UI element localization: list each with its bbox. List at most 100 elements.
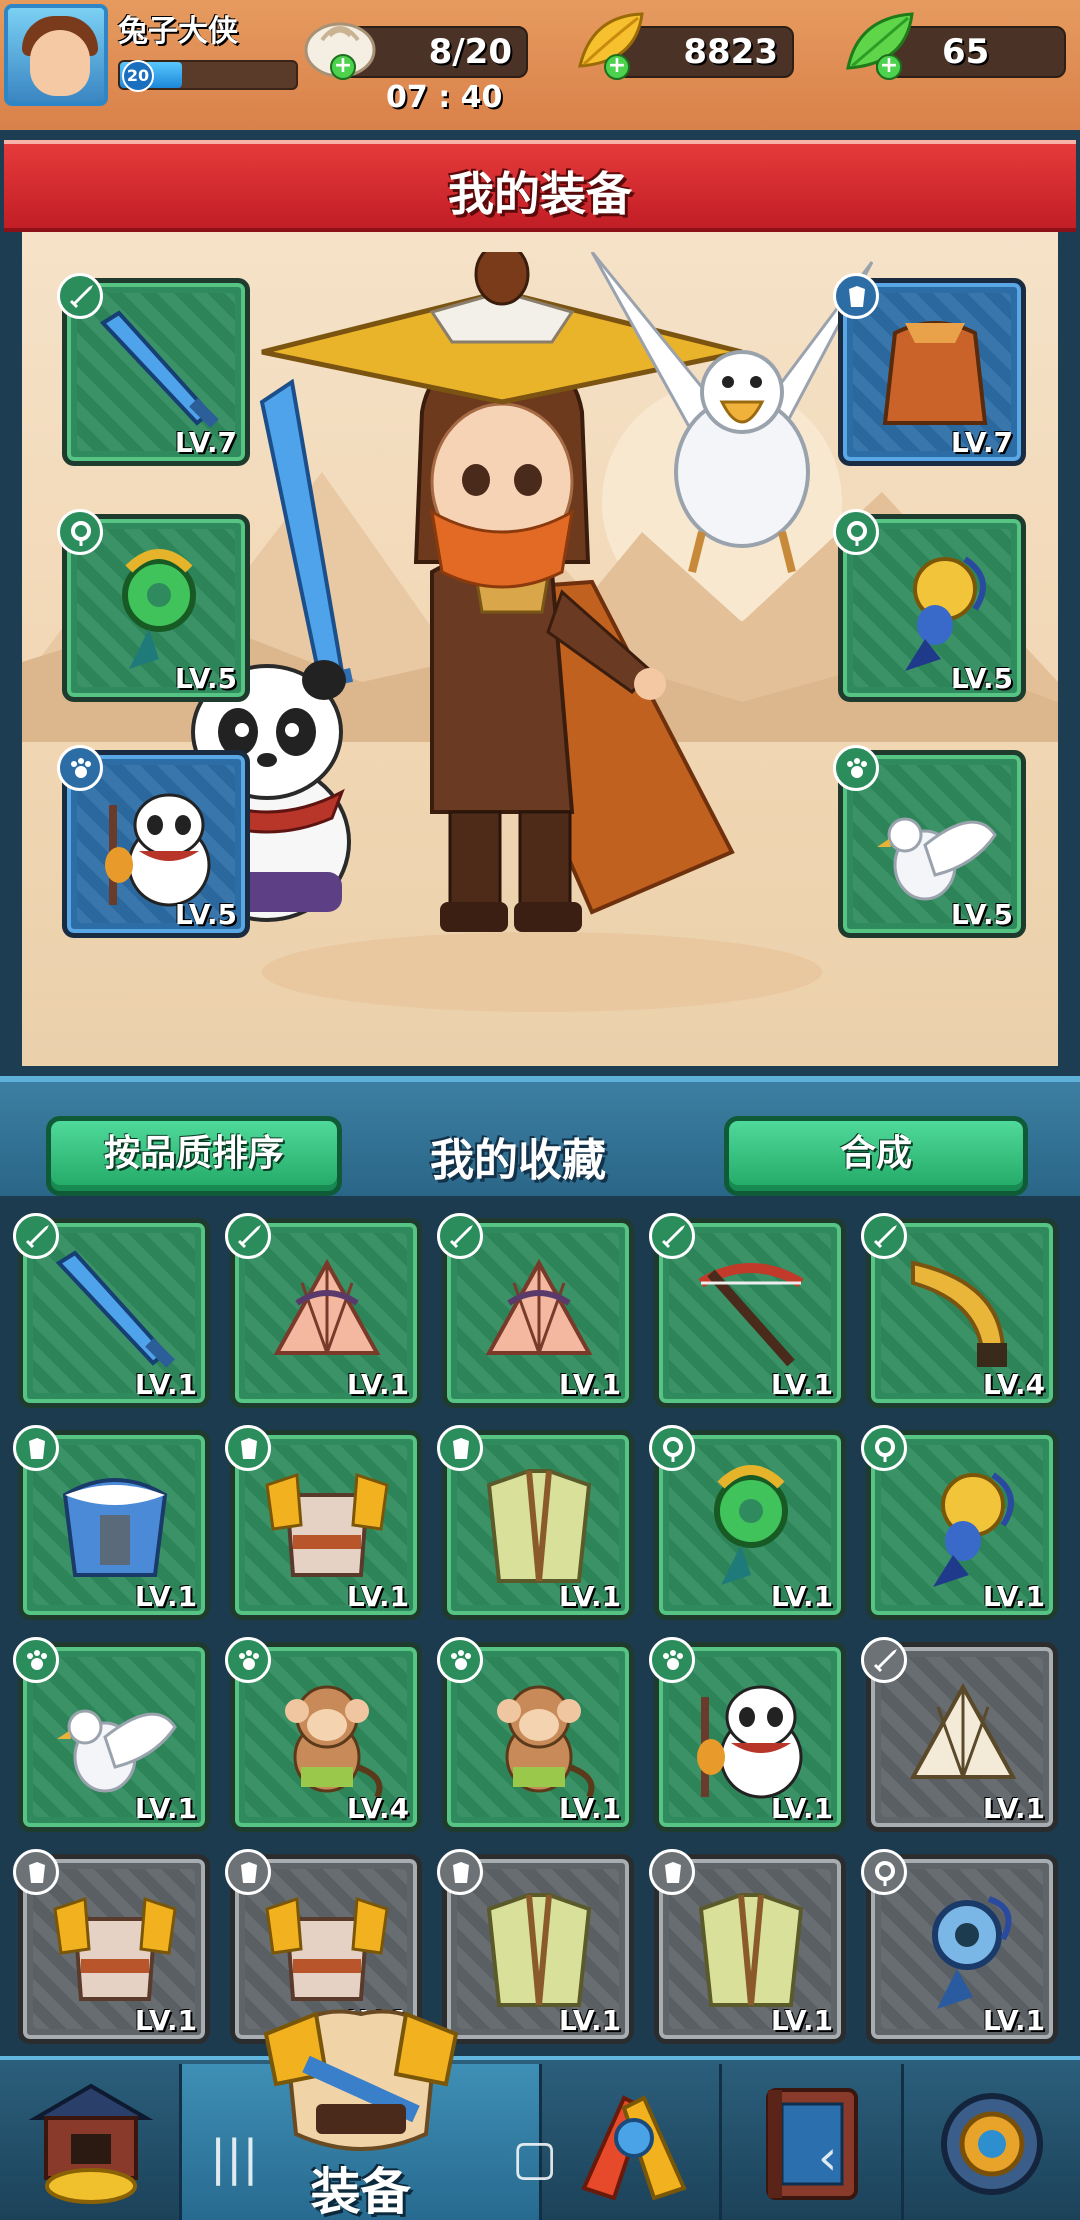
green-robe-icon	[469, 1879, 609, 2019]
collection-item[interactable]: LV.1	[861, 1425, 1058, 1620]
collection-item[interactable]: LV.1	[13, 1425, 210, 1620]
gear-icon	[941, 2093, 1043, 2195]
avatar-face	[30, 30, 90, 96]
green-robe-icon	[681, 1879, 821, 2019]
stamina-value: 8/20	[428, 32, 512, 72]
collection-item[interactable]: LV.1	[861, 1637, 1058, 1832]
crossbow-icon	[681, 1243, 821, 1383]
item-level: LV.1	[770, 1580, 833, 1613]
collection-header: 按品质排序 我的收藏 合成	[0, 1076, 1080, 1196]
collection-item[interactable]: LV.1	[13, 1213, 210, 1408]
collection-title: 我的收藏	[430, 1135, 606, 1186]
weapon-type-icon	[225, 1213, 271, 1259]
blue-dragon-pendant-icon	[893, 1879, 1033, 2019]
system-recents-icon[interactable]: |||	[210, 2130, 259, 2186]
nav-shop[interactable]	[0, 2064, 182, 2220]
collection-item[interactable]: LV.1	[649, 1849, 846, 2044]
accessory-type-icon	[833, 509, 879, 555]
equipment-title: 我的装备	[448, 167, 632, 221]
equipment-banner: 我的装备	[4, 140, 1076, 232]
collection-item[interactable]: LV.1	[649, 1425, 846, 1620]
pet-type-icon	[57, 745, 103, 791]
collection-item[interactable]: LV.1	[13, 1849, 210, 2044]
accessory-type-icon	[861, 1849, 907, 1895]
equipped-slot-pet[interactable]: LV.5	[833, 745, 1026, 938]
top-status-bar: 兔子大侠 20 8/20 + 07 : 40 8823 + 65 +	[0, 0, 1080, 130]
collection-item[interactable]: LV.1	[649, 1637, 846, 1832]
item-level: LV.7	[174, 426, 237, 459]
gold-armor-icon	[257, 1455, 397, 1595]
armor-type-icon	[225, 1425, 271, 1471]
stamina-timer: 07 : 40	[386, 80, 503, 115]
armor-type-icon	[649, 1849, 695, 1895]
item-level: LV.4	[982, 1368, 1045, 1401]
nav-settings[interactable]	[904, 2064, 1080, 2220]
collection-item[interactable]: LV.1	[225, 1213, 422, 1408]
item-level: LV.1	[982, 1792, 1045, 1825]
collection-item[interactable]: LV.1	[13, 1637, 210, 1832]
player-avatar[interactable]	[4, 4, 108, 106]
item-level: LV.1	[558, 1368, 621, 1401]
white-bird-pet-icon	[45, 1667, 185, 1807]
pet-type-icon	[437, 1637, 483, 1683]
collection-item[interactable]: LV.1	[437, 1425, 634, 1620]
equipped-slot-pet[interactable]: LV.5	[57, 745, 250, 938]
add-jade-icon[interactable]: +	[876, 54, 902, 80]
collection-item[interactable]: LV.4	[861, 1213, 1058, 1408]
nav-book[interactable]	[722, 2064, 904, 2220]
item-level: LV.1	[770, 2004, 833, 2037]
collection-item[interactable]: LV.1	[437, 1637, 634, 1832]
blue-gourd-pendant-icon	[893, 1455, 1033, 1595]
equipped-slot-accessory[interactable]: LV.5	[833, 509, 1026, 702]
bottom-nav: 装备 ||| ▢ ‹	[0, 2009, 1080, 2220]
item-level: LV.1	[346, 1368, 409, 1401]
system-back-icon[interactable]: ‹	[818, 2130, 837, 2186]
system-home-icon[interactable]: ▢	[512, 2130, 557, 2186]
item-level: LV.5	[950, 898, 1013, 931]
collection-grid: LV.1 LV.1 LV.1 LV.1 LV.4 LV.1 LV.1 LV.1 LV.1 LV.1…	[0, 1196, 1080, 2056]
blue-fur-armor-icon	[45, 1455, 185, 1595]
item-level: LV.1	[134, 1580, 197, 1613]
gold-armor-icon	[45, 1879, 185, 2019]
combine-button[interactable]: 合成	[724, 1116, 1028, 1196]
weapon-type-icon	[57, 273, 103, 319]
add-gold-icon[interactable]: +	[604, 54, 630, 80]
item-level: LV.1	[558, 2004, 621, 2037]
pet-type-icon	[225, 1637, 271, 1683]
monkey-pet-icon	[469, 1667, 609, 1807]
add-stamina-icon[interactable]: +	[330, 54, 356, 80]
player-level-badge: 20	[122, 60, 154, 92]
item-level: LV.5	[174, 662, 237, 695]
jade-value: 65	[942, 32, 990, 72]
item-level: LV.1	[134, 1368, 197, 1401]
shop-icon	[28, 2083, 154, 2204]
weapon-type-icon	[13, 1213, 59, 1259]
armor-type-icon	[833, 273, 879, 319]
weapon-type-icon	[861, 1637, 907, 1683]
accessory-type-icon	[861, 1425, 907, 1471]
collection-item[interactable]: LV.1	[437, 1213, 634, 1408]
collection-item[interactable]: LV.1	[225, 1425, 422, 1620]
monkey-pet-icon	[257, 1667, 397, 1807]
armor-type-icon	[13, 1425, 59, 1471]
collection-item[interactable]: LV.1	[649, 1213, 846, 1408]
item-level: LV.7	[950, 426, 1013, 459]
sort-by-quality-button[interactable]: 按品质排序	[46, 1116, 342, 1196]
paper-fan-icon	[893, 1667, 1033, 1807]
pink-fan-icon	[469, 1243, 609, 1383]
panda-pet-icon	[681, 1667, 821, 1807]
collection-item[interactable]: LV.1	[861, 1849, 1058, 2044]
equipment-area: LV.7LV.7LV.5LV.5LV.5LV.5 攻击 602 气血 2403	[22, 232, 1058, 1250]
collection-item[interactable]: LV.4	[225, 1637, 422, 1832]
equipped-slot-weapon[interactable]: LV.7	[57, 273, 250, 466]
equipped-slot-accessory[interactable]: LV.5	[57, 509, 250, 702]
collection-item[interactable]: LV.1	[437, 1849, 634, 2044]
item-level: LV.1	[770, 1792, 833, 1825]
armor-type-icon	[437, 1849, 483, 1895]
item-level: LV.1	[982, 2004, 1045, 2037]
golden-horn-icon	[893, 1243, 1033, 1383]
pet-type-icon	[649, 1637, 695, 1683]
nav-battle[interactable]	[542, 2064, 722, 2220]
equipped-slot-armor[interactable]: LV.7	[833, 273, 1026, 466]
weapon-type-icon	[861, 1213, 907, 1259]
